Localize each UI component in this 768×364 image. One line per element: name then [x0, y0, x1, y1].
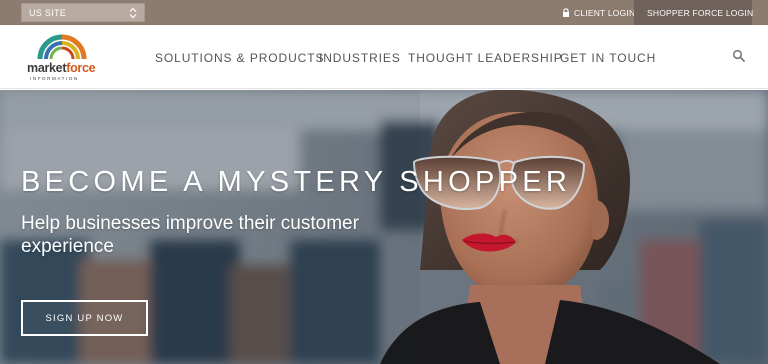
- nav-get-in-touch[interactable]: GET IN TOUCH: [560, 51, 656, 65]
- client-login-link[interactable]: CLIENT LOGIN: [562, 0, 635, 25]
- site-selector[interactable]: US SITE: [21, 3, 145, 22]
- logo-word-market: market: [27, 61, 67, 75]
- client-login-label: CLIENT LOGIN: [574, 7, 636, 18]
- nav-thought-leadership[interactable]: THOUGHT LEADERSHIP: [408, 51, 563, 65]
- top-utility-bar: US SITE CLIENT LOGIN SHOPPER FORCE LOGIN: [0, 0, 768, 25]
- hero-banner: BECOME A MYSTERY SHOPPER Help businesses…: [0, 90, 768, 364]
- logo-wordmark: marketforce: [27, 61, 96, 75]
- sign-up-now-button[interactable]: SIGN UP NOW: [21, 300, 148, 336]
- main-header: marketforce INFORMATION SOLUTIONS & PROD…: [0, 25, 768, 89]
- logo-tagline: INFORMATION: [30, 76, 79, 81]
- lock-icon: [563, 8, 569, 17]
- hero-title: BECOME A MYSTERY SHOPPER: [21, 166, 572, 198]
- nav-industries[interactable]: INDUSTRIES: [319, 51, 401, 65]
- logo-word-force: force: [66, 61, 96, 75]
- site-selector-value: US SITE: [29, 7, 67, 18]
- search-icon[interactable]: [732, 49, 746, 63]
- hero-subtitle: Help businesses improve their customer e…: [21, 213, 359, 257]
- brand-logo[interactable]: marketforce INFORMATION: [24, 31, 100, 85]
- shopper-force-login-link[interactable]: SHOPPER FORCE LOGIN: [634, 0, 754, 25]
- logo-arcs-icon: [37, 34, 87, 60]
- shopper-force-login-label: SHOPPER FORCE LOGIN: [647, 7, 754, 18]
- nav-solutions-products[interactable]: SOLUTIONS & PRODUCTS: [155, 51, 324, 65]
- chevron-up-down-icon: [129, 7, 137, 19]
